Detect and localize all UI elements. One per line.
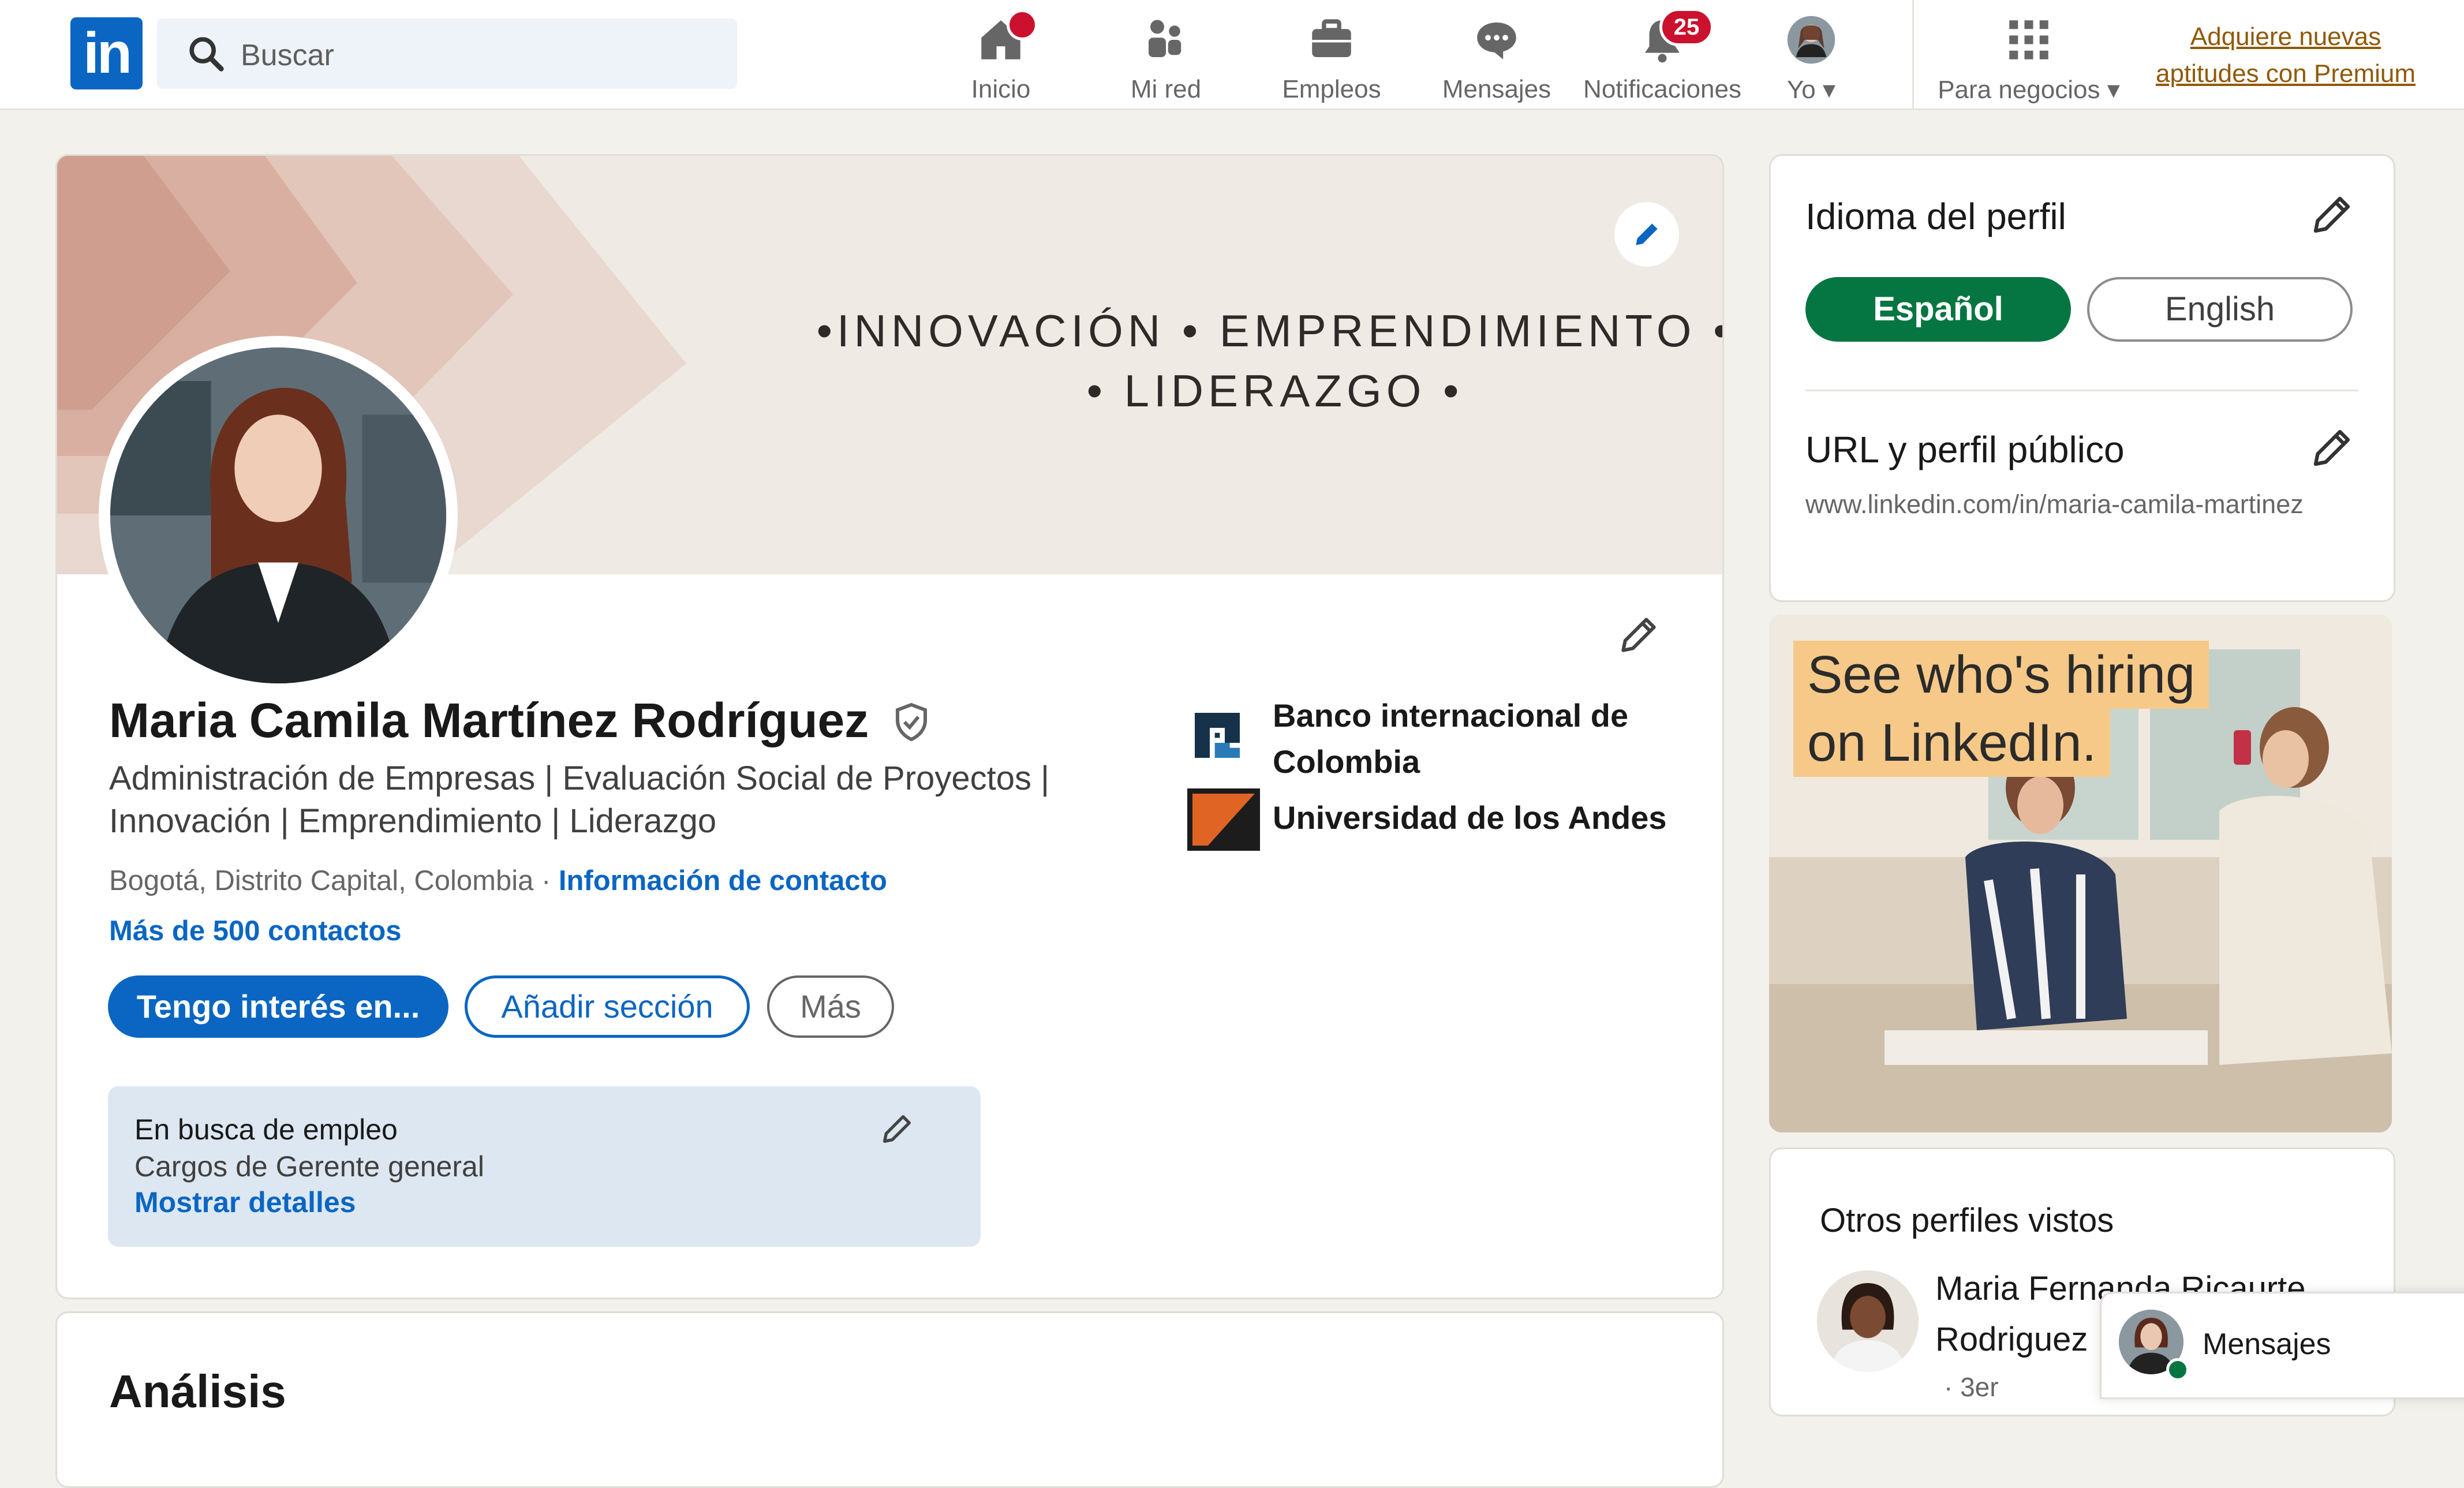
avatar-icon	[1787, 16, 1835, 64]
ad-headline-line-2: on LinkedIn.	[1793, 709, 2111, 777]
nav-divider	[1912, 0, 1914, 109]
profile-photo-illustration	[110, 347, 446, 683]
nav-label-business: Para negocios ▾	[1938, 76, 2120, 104]
notifications-count-badge: 25	[1659, 8, 1714, 46]
nav-label-home: Inicio	[971, 75, 1031, 103]
connection-degree: · 3er	[1944, 1372, 1999, 1402]
grid-apps-icon	[2009, 20, 2048, 59]
ad-headline-line-1: See who's hiring	[1793, 641, 2209, 709]
home-notification-dot	[1007, 9, 1038, 40]
hiring-ad-card[interactable]: See who's hiring on LinkedIn.	[1769, 615, 2392, 1132]
open-to-button[interactable]: Tengo interés en...	[108, 975, 448, 1038]
bank-logo-icon	[1187, 705, 1247, 765]
analytics-title: Análisis	[109, 1366, 286, 1417]
pencil-icon	[1636, 223, 1658, 245]
public-profile-url[interactable]: www.linkedin.com/in/maria-camila-martine…	[1805, 489, 2304, 519]
analytics-card: Análisis	[55, 1311, 1724, 1488]
messaging-icon	[1477, 23, 1516, 59]
pencil-icon[interactable]	[2308, 424, 2356, 472]
chevron-down-icon: ▾	[1822, 76, 1836, 104]
premium-line-2: aptitudes con Premium	[2156, 59, 2416, 88]
headline-line-1: Administración de Empresas | Evaluación …	[109, 760, 1050, 797]
messaging-label: Mensajes	[2203, 1328, 2331, 1361]
online-status-dot	[2166, 1358, 2189, 1381]
other-profile-photo	[1817, 1270, 1919, 1372]
public-url-title: URL y perfil público	[1805, 429, 2125, 470]
nav-item-home[interactable]: Inicio	[926, 9, 1076, 103]
nav-item-messaging[interactable]: Mensajes	[1422, 10, 1572, 103]
current-company-link[interactable]: Banco internacional de Colombia	[1187, 693, 1707, 780]
university-logo-icon	[1187, 788, 1260, 851]
nav-item-business[interactable]: Para negocios ▾	[1938, 10, 2120, 104]
open-to-work-box: En busca de empleo Cargos de Gerente gen…	[108, 1086, 981, 1247]
company-name-line-2: Colombia	[1273, 743, 1420, 780]
company-name-line-1: Banco internacional de	[1273, 697, 1629, 734]
more-button[interactable]: Más	[767, 975, 894, 1038]
location-text: Bogotá, Distrito Capital, Colombia	[109, 865, 534, 896]
linkedin-logo[interactable]: in	[70, 17, 143, 89]
messaging-overlay-bar[interactable]: Mensajes	[2100, 1292, 2464, 1399]
profile-photo[interactable]	[99, 336, 458, 695]
nav-item-jobs[interactable]: Empleos	[1257, 10, 1407, 103]
cover-tagline-line-2: • LIDERAZGO •	[1086, 365, 1464, 416]
pencil-icon[interactable]	[878, 1111, 915, 1147]
school-link[interactable]: Universidad de los Andes	[1187, 788, 1707, 851]
school-name: Universidad de los Andes	[1273, 799, 1667, 836]
company-name: Banco internacional de Colombia	[1273, 693, 1628, 785]
nav-item-me[interactable]: Yo ▾	[1736, 10, 1886, 104]
connections-link[interactable]: Más de 500 contactos	[109, 915, 402, 947]
nav-item-notifications[interactable]: 25 Notificaciones	[1583, 8, 1741, 103]
section-divider	[1805, 390, 2358, 391]
add-section-button[interactable]: Añadir sección	[465, 975, 750, 1038]
profile-language-card: Idioma del perfil Español English URL y …	[1769, 154, 2395, 602]
premium-line-1: Adquiere nuevas	[2190, 23, 2381, 51]
pencil-icon[interactable]	[2308, 190, 2356, 239]
location-separator: ·	[533, 865, 559, 896]
edit-intro-button[interactable]	[1616, 612, 1662, 658]
headline-line-2: Innovación | Emprendimiento | Liderazgo	[109, 802, 717, 840]
top-navigation-bar: in Buscar Inicio Mi red Empleos Mensajes…	[0, 0, 2464, 110]
other-profiles-title: Otros perfiles vistos	[1820, 1202, 2114, 1239]
pencil-icon	[1621, 618, 1656, 652]
show-details-link[interactable]: Mostrar detalles	[134, 1186, 356, 1219]
briefcase-icon	[1312, 19, 1351, 57]
contact-info-link[interactable]: Información de contacto	[559, 865, 887, 896]
nav-label-network: Mi red	[1130, 75, 1202, 103]
profile-language-title: Idioma del perfil	[1805, 196, 2066, 237]
edit-cover-button[interactable]	[1614, 202, 1679, 267]
profile-location: Bogotá, Distrito Capital, Colombia · Inf…	[109, 865, 887, 897]
verified-shield-icon[interactable]	[891, 701, 932, 743]
cover-tagline-line-1: •INNOVACIÓN • EMPRENDIMIENTO •	[816, 305, 1724, 356]
profile-photo-image	[110, 347, 446, 683]
profile-name: Maria Camila Martínez Rodríguez	[109, 693, 932, 749]
nav-item-network[interactable]: Mi red	[1091, 10, 1241, 103]
search-input[interactable]: Buscar	[157, 18, 737, 89]
nav-label-messaging: Mensajes	[1442, 75, 1551, 103]
nav-label-jobs: Empleos	[1282, 75, 1381, 103]
profile-headline: Administración de Empresas | Evaluación …	[109, 757, 1090, 843]
language-english-button[interactable]: English	[2087, 277, 2353, 342]
nav-label-me: Yo ▾	[1786, 76, 1836, 104]
premium-upsell-link[interactable]: Adquiere nuevas aptitudes con Premium	[2141, 18, 2430, 92]
chevron-down-icon: ▾	[2107, 76, 2120, 104]
profile-name-text: Maria Camila Martínez Rodríguez	[109, 693, 869, 747]
language-spanish-button[interactable]: Español	[1805, 277, 2071, 342]
open-to-work-roles: Cargos de Gerente general	[134, 1150, 484, 1183]
search-icon	[189, 37, 224, 72]
profile-card: •INNOVACIÓN • EMPRENDIMIENTO • • LIDERAZ…	[55, 154, 1724, 1299]
open-to-work-title: En busca de empleo	[134, 1113, 398, 1146]
network-icon	[1149, 20, 1181, 57]
nav-label-notifications: Notificaciones	[1583, 75, 1741, 103]
other-profile-avatar[interactable]	[1817, 1270, 1919, 1372]
search-placeholder: Buscar	[241, 39, 334, 72]
